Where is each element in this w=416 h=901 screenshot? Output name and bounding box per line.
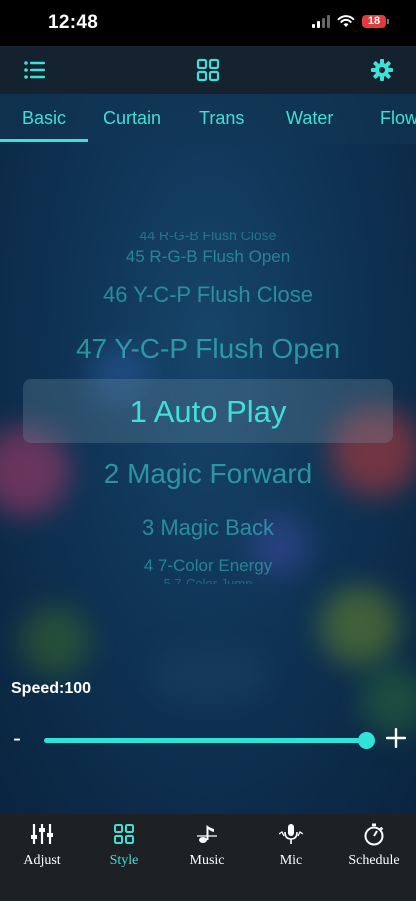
microphone-icon [279,824,303,844]
top-toolbar [0,46,416,94]
stopwatch-icon [364,823,384,846]
battery-icon: 18 [362,14,389,28]
nav-adjust[interactable]: Adjust [2,820,82,880]
nav-mic[interactable]: Mic [251,820,331,880]
tab-curtain[interactable]: Curtain [103,108,161,129]
speed-label: Speed:100 [11,680,92,697]
nav-label-schedule: Schedule [348,853,400,868]
status-icons: 18 [312,14,389,28]
picker-item[interactable]: 4 7-Color Energy [0,556,416,576]
picker-item[interactable]: 47 Y-C-P Flush Open [0,333,416,365]
status-time: 12:48 [48,12,99,33]
tab-water[interactable]: Water [286,108,333,129]
battery-level: 18 [367,15,381,27]
speed-slider-thumb[interactable] [358,732,375,749]
grid-icon [114,824,134,844]
speed-slider[interactable] [44,732,375,749]
status-bar: 12:48 18 [0,0,416,46]
plus-icon[interactable] [385,727,407,749]
picker-item[interactable]: 5 7-Color Jump [0,576,416,584]
tab-active-indicator [0,139,88,142]
speed-decrease-button[interactable]: - [13,725,21,753]
sliders-icon [31,824,53,844]
style-tabs: Basic Curtain Trans Water Flow [0,94,416,144]
nav-label-adjust: Adjust [23,853,61,868]
picker-item[interactable]: 3 Magic Back [0,515,416,541]
picker-item[interactable]: 44 R-G-B Flush Close [0,232,416,244]
grid-icon[interactable] [196,58,220,82]
picker-item[interactable]: 2 Magic Forward [0,458,416,490]
bottom-nav: Adjust Style Music Mic Schedule [0,814,416,901]
nav-label-mic: Mic [279,853,303,868]
tab-trans[interactable]: Trans [199,108,244,129]
list-icon[interactable] [23,58,47,82]
nav-music[interactable]: Music [167,820,247,880]
nav-schedule[interactable]: Schedule [334,820,414,880]
nav-label-style: Style [109,853,139,868]
nav-label-music: Music [189,853,225,868]
picker-item-selected[interactable]: 1 Auto Play [0,394,416,430]
wifi-icon [337,15,355,27]
gear-icon[interactable] [370,58,394,82]
music-note-icon [197,825,217,843]
picker-item[interactable]: 46 Y-C-P Flush Close [0,282,416,308]
nav-style[interactable]: Style [84,820,164,880]
tab-flow[interactable]: Flow [380,108,416,129]
speed-slider-fill [44,738,366,743]
signal-icon [312,14,330,28]
tab-basic[interactable]: Basic [22,108,66,129]
picker-item[interactable]: 45 R-G-B Flush Open [0,247,416,267]
